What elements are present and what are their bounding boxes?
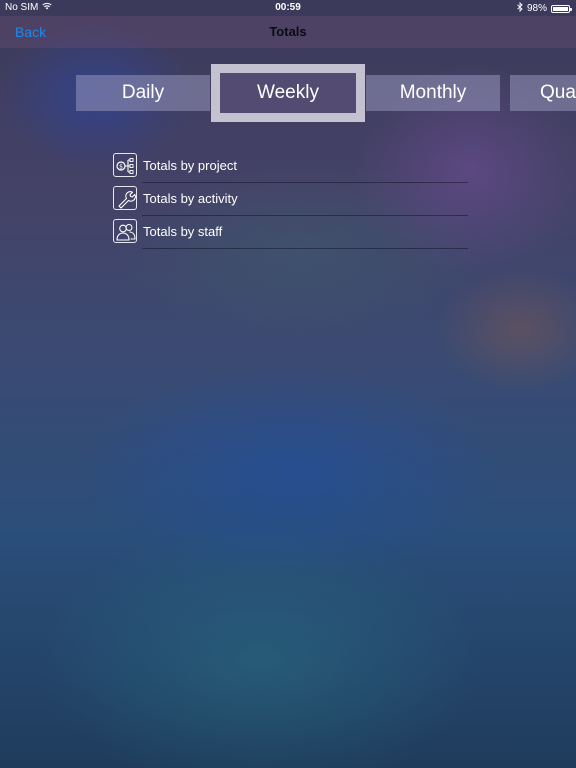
list-separator (142, 248, 468, 249)
battery-icon (551, 4, 572, 13)
svg-text:$: $ (119, 164, 123, 171)
list-item-label: Totals by activity (143, 191, 238, 206)
tab-label: Monthly (399, 82, 467, 103)
staff-people-icon (113, 219, 137, 243)
page-title: Totals (269, 24, 307, 39)
totals-list: $ Totals by project Totals by activity T… (112, 150, 468, 249)
tab-quarterly[interactable]: Quarterly (510, 75, 576, 111)
tab-label: Quarterly (540, 82, 576, 103)
project-hierarchy-icon: $ (113, 153, 137, 177)
tab-label: Weekly (257, 82, 319, 103)
list-item-totals-by-activity[interactable]: Totals by activity (112, 183, 468, 216)
battery-level-fill (553, 6, 568, 11)
status-bar: No SIM 00:59 98% (0, 0, 576, 16)
status-right: 98% (517, 1, 572, 15)
period-tabs: Daily Weekly Monthly Quarterly (0, 64, 576, 122)
list-item-label: Totals by project (143, 158, 237, 173)
tab-label: Daily (121, 82, 165, 103)
wrench-icon (113, 186, 137, 210)
battery-percent: 98% (526, 3, 547, 14)
list-item-totals-by-project[interactable]: $ Totals by project (112, 150, 468, 183)
status-time: 00:59 (275, 2, 301, 13)
tab-monthly[interactable]: Monthly (366, 75, 500, 111)
bluetooth-icon (517, 1, 523, 15)
navigation-bar: Back Totals (0, 16, 576, 48)
tab-daily[interactable]: Daily (76, 75, 210, 111)
list-item-label: Totals by staff (143, 224, 223, 239)
tab-weekly[interactable]: Weekly (211, 64, 365, 122)
list-item-totals-by-staff[interactable]: Totals by staff (112, 216, 468, 249)
